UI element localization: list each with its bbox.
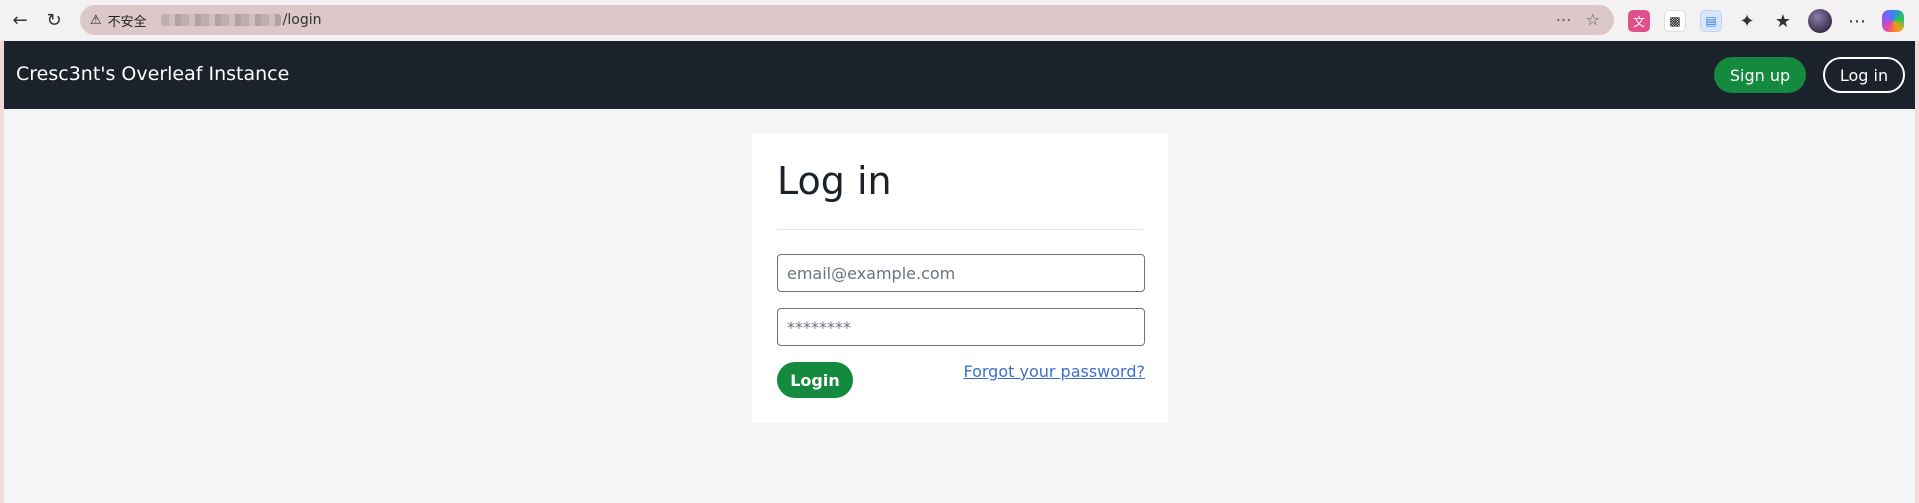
star-icon[interactable]: ☆ — [1586, 10, 1600, 29]
security-label: 不安全 — [107, 14, 147, 30]
warning-icon: ⚠ — [90, 12, 102, 28]
address-actions: ⋯ ☆ — [1556, 10, 1600, 29]
blurred-host — [160, 14, 281, 26]
forgot-password-link[interactable]: Forgot your password? — [963, 362, 1145, 381]
site-brand[interactable]: Cresc3nt's Overleaf Instance — [16, 63, 289, 85]
password-field[interactable] — [777, 308, 1145, 346]
extension-toolbar: 文 ▩ ▤ ✦ ★ ⋯ — [1628, 8, 1904, 34]
puzzle-icon[interactable]: ✦ — [1736, 10, 1758, 32]
translate-icon[interactable]: 文 — [1628, 10, 1650, 32]
back-icon[interactable]: ← — [5, 6, 35, 36]
site-navbar: Cresc3nt's Overleaf Instance Sign up Log… — [4, 41, 1915, 109]
document-icon[interactable]: ▤ — [1700, 10, 1722, 32]
address-bar[interactable]: ⚠ 不安全 /login ⋯ ☆ — [80, 5, 1614, 35]
login-nav-button[interactable]: Log in — [1823, 57, 1905, 93]
browser-toolbar: ← ↻ ⚠ 不安全 /login ⋯ ☆ 文 ▩ ▤ ✦ ★ ⋯ — [0, 0, 1919, 41]
reader-icon[interactable]: ⋯ — [1556, 10, 1572, 29]
email-field[interactable] — [777, 254, 1145, 292]
login-submit-button[interactable]: Login — [777, 362, 853, 398]
url-path: /login — [282, 12, 322, 28]
login-card: Log in Login Forgot your password? — [752, 133, 1168, 423]
signup-button[interactable]: Sign up — [1714, 57, 1806, 93]
avatar[interactable] — [1808, 9, 1832, 33]
tab-icon[interactable]: ▩ — [1664, 10, 1686, 32]
more-icon[interactable]: ⋯ — [1846, 10, 1868, 32]
copilot-icon[interactable] — [1882, 10, 1904, 32]
divider — [777, 229, 1143, 230]
favorites-icon[interactable]: ★ — [1772, 10, 1794, 32]
reload-icon[interactable]: ↻ — [39, 6, 69, 36]
page: Cresc3nt's Overleaf Instance Sign up Log… — [4, 41, 1915, 503]
login-title: Log in — [777, 159, 892, 203]
